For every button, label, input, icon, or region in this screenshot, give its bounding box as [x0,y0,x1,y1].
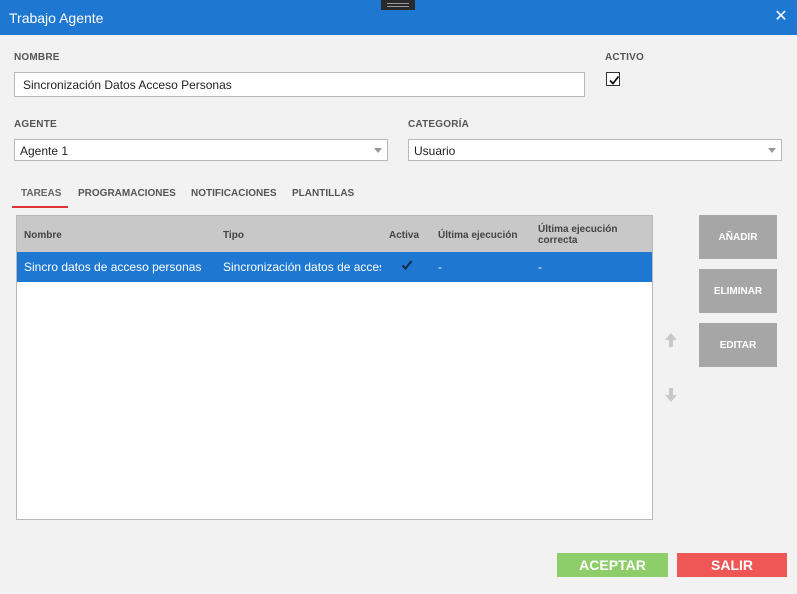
accept-button[interactable]: ACEPTAR [557,553,668,577]
row-ultima-ejecucion: - [438,260,442,274]
chevron-down-icon [768,148,776,153]
agente-label: AGENTE [14,119,57,130]
tab-notificaciones[interactable]: NOTIFICACIONES [191,182,277,208]
row-ultima-correcta: - [538,260,542,274]
agente-select-value: Agente 1 [20,144,69,158]
drag-handle-icon[interactable] [381,0,415,10]
column-header-nombre[interactable]: Nombre [24,230,62,241]
agente-select[interactable]: Agente 1 [14,139,388,161]
window-title: Trabajo Agente [9,10,104,26]
column-header-ultima-correcta-line2: correcta [538,235,578,246]
categoria-select[interactable]: Usuario [408,139,782,161]
delete-button[interactable]: ELIMINAR [699,269,777,313]
tab-plantillas[interactable]: PLANTILLAS [292,182,354,208]
column-header-ultima-correcta[interactable]: Última ejecución correcta [538,224,617,246]
column-header-activa[interactable]: Activa [389,230,419,241]
activo-label: ACTIVO [605,52,644,63]
edit-button[interactable]: EDITAR [699,323,777,367]
tasks-grid: Nombre Tipo Activa Última ejecución Últi… [16,215,653,520]
column-header-ultima-ejecucion[interactable]: Última ejecución [438,230,517,241]
close-icon[interactable]: ✕ [774,8,788,26]
categoria-label: CATEGORÍA [408,119,470,130]
row-activa-check-icon [401,259,413,274]
chevron-down-icon [374,148,382,153]
grid-header: Nombre Tipo Activa Última ejecución Últi… [17,216,652,252]
column-header-tipo[interactable]: Tipo [223,230,244,241]
arrow-down-icon[interactable] [664,387,678,403]
categoria-select-value: Usuario [414,144,456,158]
nombre-label: NOMBRE [14,52,60,63]
row-tipo: Sincronización datos de acces [223,260,381,274]
column-header-ultima-correcta-line1: Última ejecución [538,224,618,235]
exit-button[interactable]: SALIR [677,553,787,577]
activo-checkbox[interactable] [606,72,620,86]
row-nombre: Sincro datos de acceso personas [24,260,202,274]
check-icon [609,75,620,85]
tab-tareas[interactable]: TAREAS [12,182,68,208]
table-row[interactable]: Sincro datos de acceso personas Sincroni… [17,252,652,282]
arrow-up-icon[interactable] [664,332,678,348]
add-button[interactable]: AÑADIR [699,215,777,259]
tab-programaciones[interactable]: PROGRAMACIONES [78,182,176,208]
nombre-input[interactable] [14,72,585,97]
